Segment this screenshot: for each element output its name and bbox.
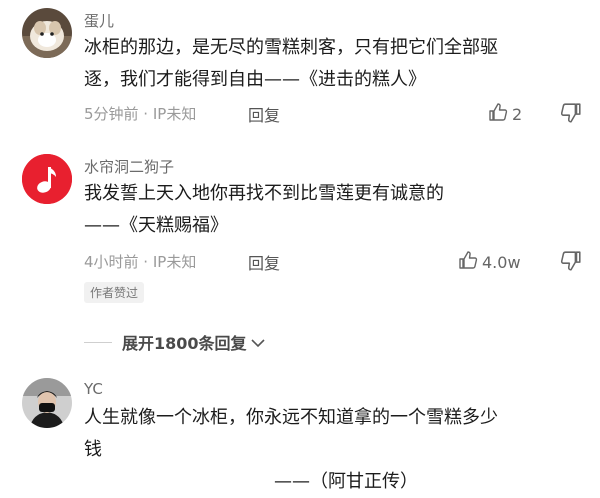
username[interactable]: 蛋儿 bbox=[84, 10, 114, 31]
comment-line: 钱 bbox=[84, 439, 102, 460]
expand-replies-button[interactable]: 展开1800条回复 bbox=[84, 330, 324, 354]
comment-text: 我发誓上天入地你再找不到比雪莲更有诚意的 ——《天糕赐福》 bbox=[84, 178, 582, 242]
comment-text: 人生就像一个冰柜，你永远不知道拿的一个雪糕多少 钱 ——（阿甘正传） bbox=[84, 402, 582, 498]
avatar-3[interactable] bbox=[22, 378, 72, 428]
like-button[interactable]: 4.0w bbox=[458, 250, 521, 274]
comment-line: ——（阿甘正传） bbox=[274, 471, 418, 492]
like-count: 2 bbox=[512, 104, 523, 124]
comment-line: 冰柜的那边，是无尽的雪糕刺客，只有把它们全部驱 bbox=[84, 37, 498, 58]
expand-label: 展开1800条回复 bbox=[122, 334, 247, 353]
author-liked-badge: 作者赞过 bbox=[84, 282, 145, 303]
comment-line: ——《天糕赐福》 bbox=[84, 215, 228, 236]
like-count: 4.0w bbox=[482, 252, 521, 272]
comment-line: 人生就像一个冰柜，你永远不知道拿的一个雪糕多少 bbox=[84, 407, 498, 428]
reply-button[interactable]: 回复 bbox=[248, 250, 280, 274]
reply-button[interactable]: 回复 bbox=[248, 102, 280, 126]
thumbs-up-icon bbox=[488, 102, 508, 126]
dislike-button[interactable] bbox=[560, 250, 582, 276]
thumbs-down-icon bbox=[560, 103, 582, 128]
chevron-down-icon bbox=[250, 333, 265, 352]
comment-text: 冰柜的那边，是无尽的雪糕刺客，只有把它们全部驱 逐，我们才能得到自由——《进击的… bbox=[84, 32, 582, 96]
avatar-2[interactable] bbox=[22, 154, 72, 204]
username[interactable]: YC bbox=[84, 380, 103, 398]
thumbs-up-icon bbox=[458, 250, 478, 274]
thumbs-down-icon bbox=[560, 251, 582, 276]
dislike-button[interactable] bbox=[560, 102, 582, 128]
avatar-1[interactable] bbox=[22, 8, 72, 58]
timestamp-ip: 4小时前 · IP未知 bbox=[84, 253, 197, 271]
expand-divider bbox=[84, 341, 112, 343]
timestamp-ip: 5分钟前 · IP未知 bbox=[84, 105, 197, 123]
like-button[interactable]: 2 bbox=[488, 102, 522, 126]
username[interactable]: 水帘洞二狗子 bbox=[84, 156, 174, 177]
comment-line: 我发誓上天入地你再找不到比雪莲更有诚意的 bbox=[84, 183, 444, 204]
comment-line: 逐，我们才能得到自由——《进击的糕人》 bbox=[84, 69, 426, 90]
